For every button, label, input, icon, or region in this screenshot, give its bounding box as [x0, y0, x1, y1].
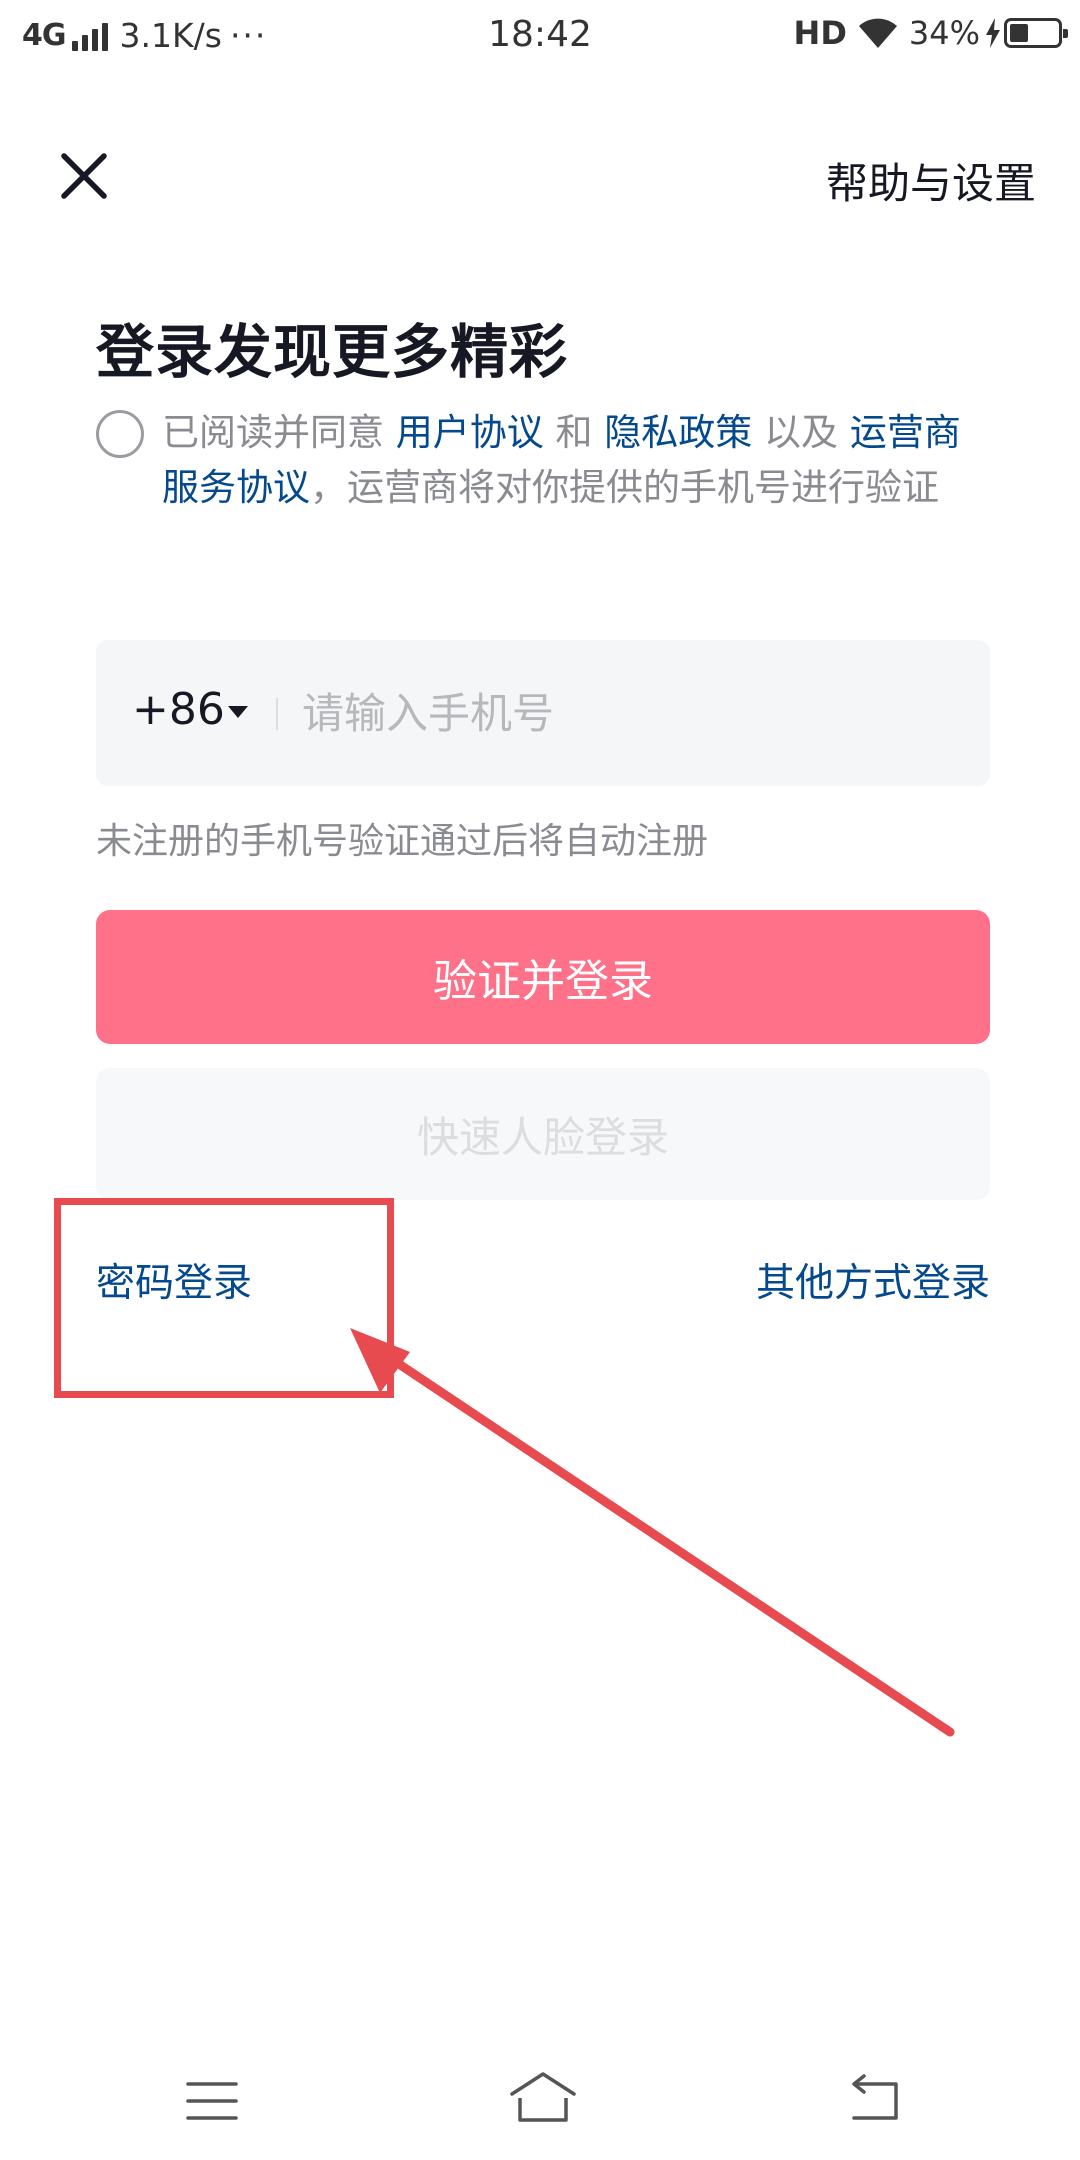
- back-icon[interactable]: [846, 2072, 902, 2126]
- privacy-policy-link[interactable]: 隐私政策: [604, 411, 752, 454]
- face-login-button[interactable]: 快速人脸登录: [96, 1068, 990, 1200]
- battery-percent: 34%: [908, 14, 980, 52]
- wifi-icon: [858, 18, 897, 48]
- user-agreement-link[interactable]: 用户协议: [396, 411, 544, 454]
- charging-icon: [986, 18, 1000, 48]
- menu-icon[interactable]: [184, 2076, 240, 2126]
- phone-input-box: +86: [96, 640, 990, 786]
- caret-down-icon[interactable]: [228, 706, 248, 718]
- country-code-selector[interactable]: +86: [132, 684, 225, 735]
- hd-indicator: HD: [793, 14, 847, 52]
- navigation-bar: [0, 2050, 1080, 2160]
- login-page: 4G 3.1K/s ··· 18:42 HD 34% 帮助与设置 登录发现更多精…: [0, 0, 1080, 2160]
- status-bar: 4G 3.1K/s ··· 18:42 HD 34%: [0, 0, 1080, 76]
- battery-fill: [1010, 24, 1028, 42]
- verify-login-button[interactable]: 验证并登录: [96, 910, 990, 1044]
- page-title: 登录发现更多精彩: [96, 318, 569, 386]
- battery-icon: [1004, 18, 1068, 48]
- close-icon[interactable]: [58, 150, 110, 202]
- help-settings-link[interactable]: 帮助与设置: [826, 150, 1036, 211]
- phone-number-input[interactable]: [302, 670, 942, 756]
- status-right: HD 34%: [793, 14, 1068, 52]
- agreement-text: 已阅读并同意 用户协议 和 隐私政策 以及 运营商服务协议，运营商将对你提供的手…: [162, 411, 961, 509]
- register-hint: 未注册的手机号验证通过后将自动注册: [96, 821, 709, 862]
- annotation-highlight-box: [54, 1198, 394, 1398]
- other-login-link[interactable]: 其他方式登录: [756, 1252, 990, 1308]
- input-divider: [276, 698, 278, 730]
- agreement-radio[interactable]: [96, 410, 144, 458]
- home-icon[interactable]: [508, 2070, 578, 2126]
